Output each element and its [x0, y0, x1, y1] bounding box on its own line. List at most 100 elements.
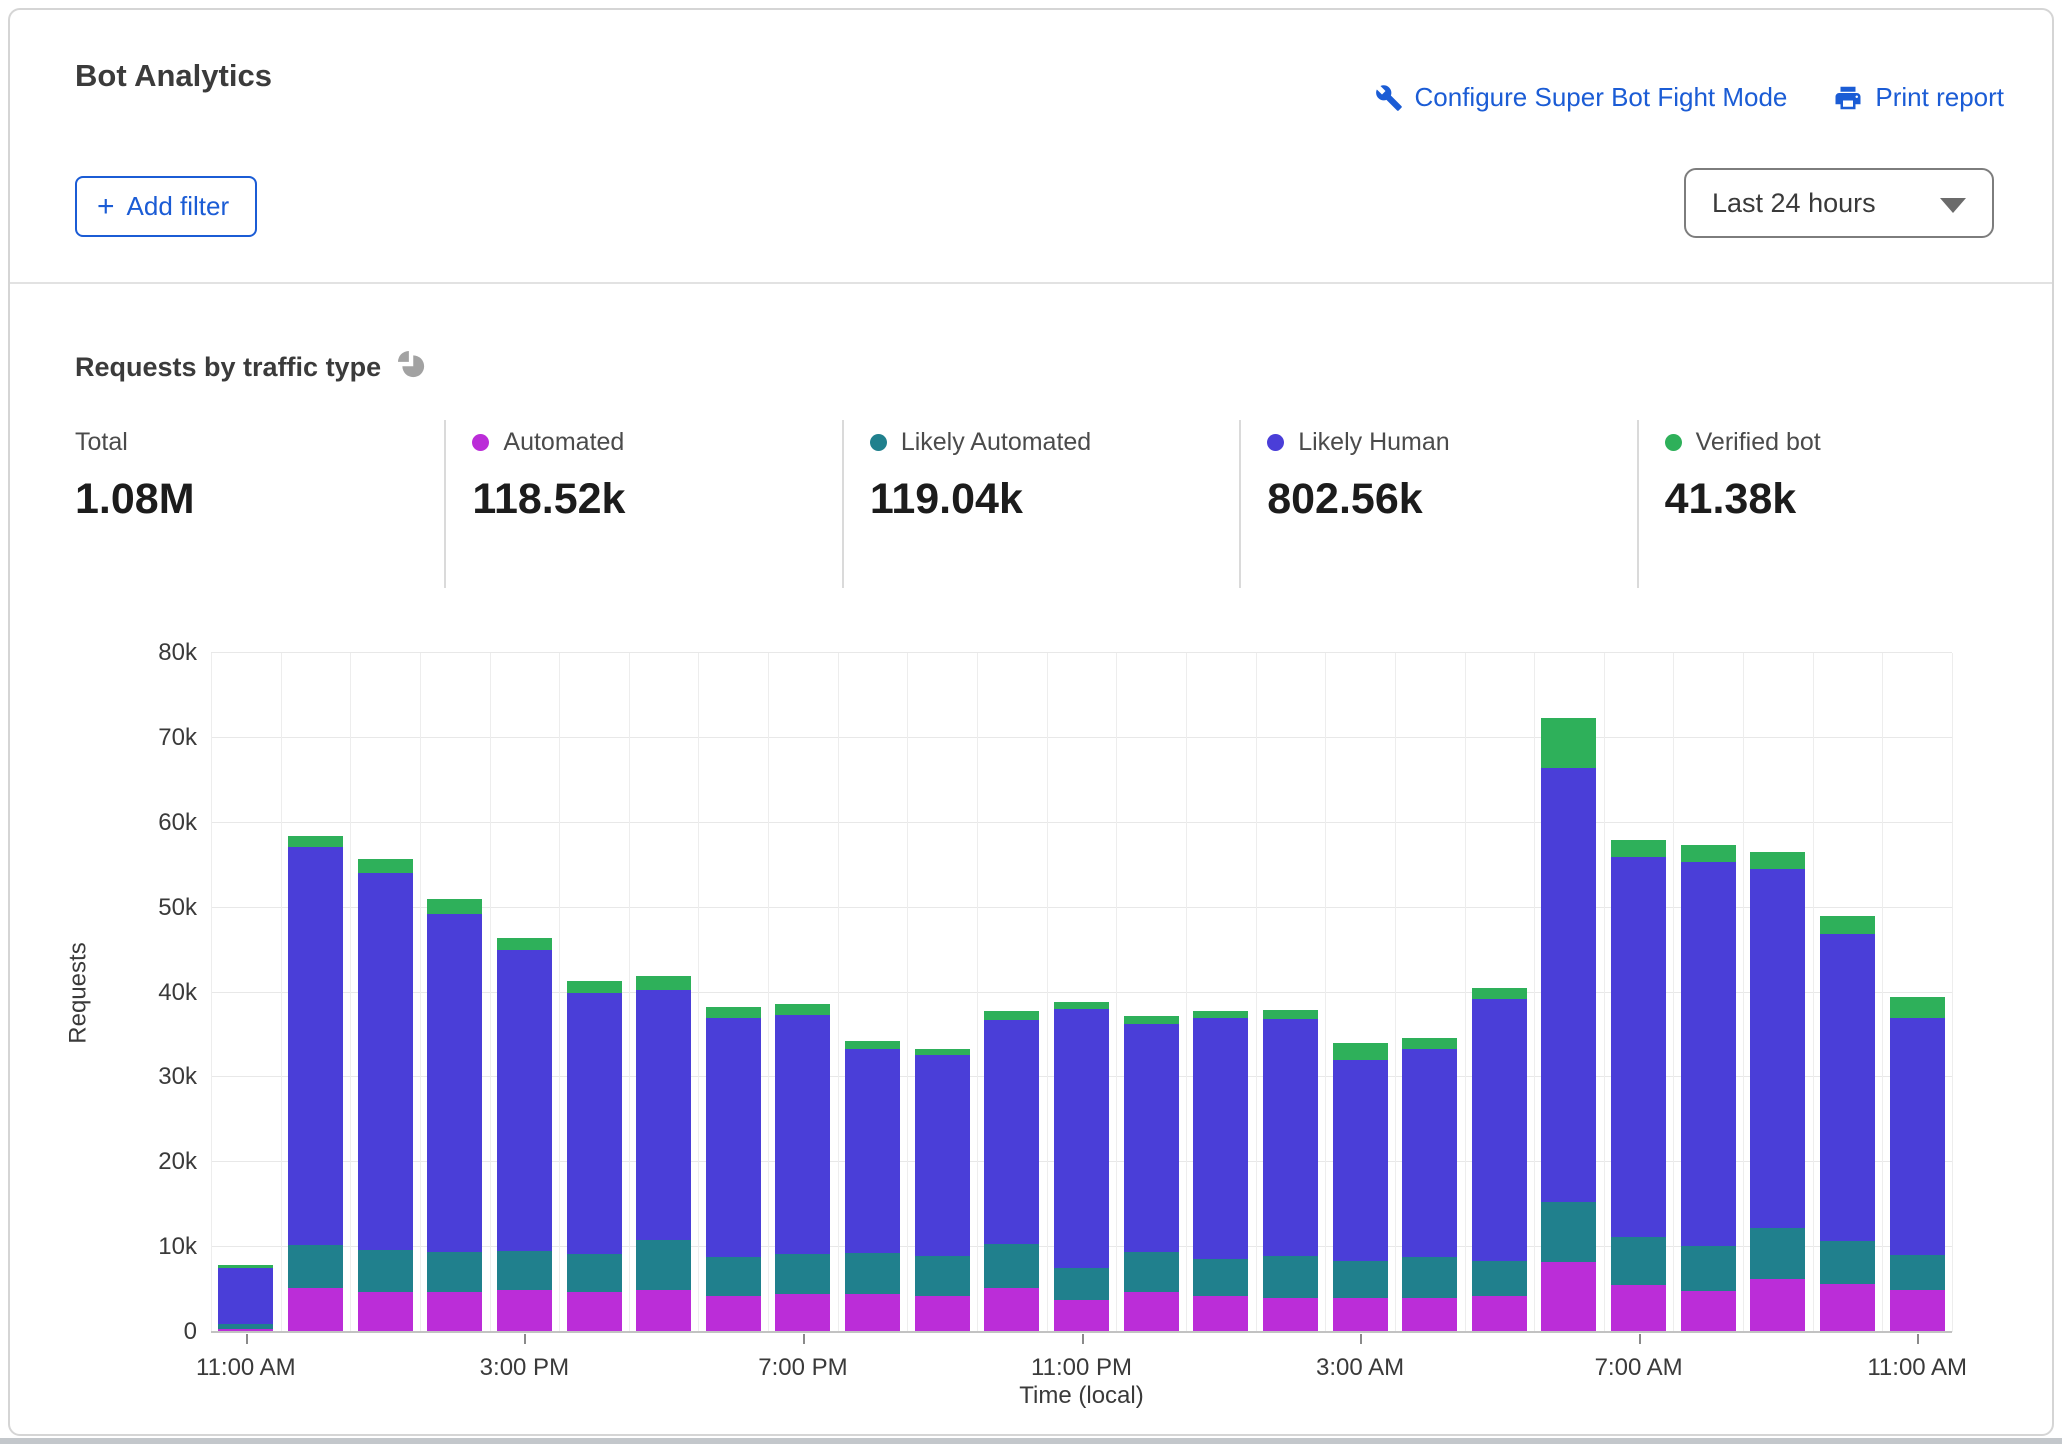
- bar-segment-likely-human[interactable]: [1681, 862, 1736, 1246]
- bar-700am[interactable]: [1611, 840, 1666, 1332]
- bar-segment-likely-automated[interactable]: [1820, 1241, 1875, 1283]
- bar-segment-likely-human[interactable]: [1263, 1019, 1318, 1256]
- bar-segment-likely-human[interactable]: [1750, 869, 1805, 1228]
- stat-likely-human[interactable]: Likely Human802.56k: [1239, 420, 1636, 588]
- bar-900am[interactable]: [1750, 852, 1805, 1332]
- bar-segment-automated[interactable]: [1750, 1279, 1805, 1332]
- bar-segment-automated[interactable]: [845, 1294, 900, 1332]
- bar-segment-verified-bot[interactable]: [706, 1007, 761, 1018]
- bar-300am[interactable]: [1333, 1043, 1388, 1332]
- bar-segment-verified-bot[interactable]: [984, 1011, 1039, 1019]
- bar-100am[interactable]: [1193, 1011, 1248, 1332]
- bar-segment-automated[interactable]: [1820, 1284, 1875, 1332]
- bar-segment-likely-automated[interactable]: [915, 1256, 970, 1296]
- bar-segment-verified-bot[interactable]: [636, 976, 691, 990]
- bar-segment-likely-human[interactable]: [845, 1049, 900, 1253]
- bar-segment-automated[interactable]: [1193, 1296, 1248, 1332]
- bar-segment-likely-human[interactable]: [1193, 1018, 1248, 1259]
- bar-segment-verified-bot[interactable]: [1750, 852, 1805, 868]
- configure-super-bot-fight-mode-link[interactable]: Configure Super Bot Fight Mode: [1375, 82, 1788, 113]
- bar-segment-likely-automated[interactable]: [1124, 1252, 1179, 1292]
- bar-segment-automated[interactable]: [1681, 1291, 1736, 1332]
- bar-200pm[interactable]: [427, 899, 482, 1332]
- bar-segment-verified-bot[interactable]: [775, 1004, 830, 1015]
- bar-segment-likely-automated[interactable]: [845, 1253, 900, 1294]
- bar-700pm[interactable]: [775, 1004, 830, 1332]
- bar-segment-likely-automated[interactable]: [567, 1254, 622, 1292]
- bar-segment-verified-bot[interactable]: [1541, 718, 1596, 768]
- bar-100pm[interactable]: [358, 859, 413, 1332]
- time-range-dropdown[interactable]: Last 24 hours: [1684, 168, 1994, 238]
- bar-segment-likely-human[interactable]: [775, 1015, 830, 1253]
- bar-segment-automated[interactable]: [288, 1288, 343, 1332]
- bar-600pm[interactable]: [706, 1007, 761, 1332]
- bar-segment-likely-human[interactable]: [1472, 999, 1527, 1260]
- bar-segment-automated[interactable]: [915, 1296, 970, 1332]
- bar-segment-likely-automated[interactable]: [1402, 1257, 1457, 1298]
- bar-segment-verified-bot[interactable]: [1054, 1002, 1109, 1009]
- bar-segment-automated[interactable]: [567, 1292, 622, 1332]
- bar-segment-verified-bot[interactable]: [1681, 845, 1736, 862]
- bar-segment-automated[interactable]: [1890, 1290, 1945, 1332]
- bar-segment-verified-bot[interactable]: [1193, 1011, 1248, 1018]
- bar-segment-automated[interactable]: [1402, 1298, 1457, 1332]
- bar-segment-likely-human[interactable]: [1820, 934, 1875, 1241]
- bar-segment-likely-automated[interactable]: [358, 1250, 413, 1292]
- bar-400am[interactable]: [1402, 1038, 1457, 1332]
- bar-segment-likely-human[interactable]: [427, 914, 482, 1253]
- bar-segment-automated[interactable]: [1611, 1285, 1666, 1332]
- bar-segment-automated[interactable]: [427, 1292, 482, 1332]
- bar-300pm[interactable]: [497, 938, 552, 1332]
- bar-400pm[interactable]: [567, 981, 622, 1332]
- add-filter-button[interactable]: + Add filter: [75, 176, 257, 237]
- bar-segment-verified-bot[interactable]: [427, 899, 482, 913]
- bar-segment-automated[interactable]: [358, 1292, 413, 1332]
- bar-segment-automated[interactable]: [1263, 1298, 1318, 1332]
- bar-500am[interactable]: [1472, 988, 1527, 1332]
- bar-1000am[interactable]: [1820, 916, 1875, 1332]
- bar-segment-likely-human[interactable]: [1541, 768, 1596, 1203]
- bar-segment-likely-automated[interactable]: [1541, 1202, 1596, 1261]
- bar-segment-automated[interactable]: [1054, 1300, 1109, 1332]
- bar-segment-verified-bot[interactable]: [1890, 997, 1945, 1018]
- stat-likely-automated[interactable]: Likely Automated119.04k: [842, 420, 1239, 588]
- bar-segment-likely-human[interactable]: [1333, 1060, 1388, 1260]
- bar-segment-verified-bot[interactable]: [358, 859, 413, 873]
- bar-segment-automated[interactable]: [984, 1288, 1039, 1332]
- bar-segment-verified-bot[interactable]: [497, 938, 552, 950]
- bar-segment-automated[interactable]: [706, 1296, 761, 1332]
- bar-segment-automated[interactable]: [1333, 1298, 1388, 1332]
- bar-segment-verified-bot[interactable]: [1263, 1010, 1318, 1019]
- print-report-link[interactable]: Print report: [1833, 82, 2004, 113]
- bar-segment-verified-bot[interactable]: [1820, 916, 1875, 934]
- bar-segment-likely-human[interactable]: [915, 1055, 970, 1256]
- bar-segment-likely-automated[interactable]: [1263, 1256, 1318, 1298]
- bar-900pm[interactable]: [915, 1049, 970, 1332]
- bar-segment-likely-automated[interactable]: [1333, 1261, 1388, 1298]
- bar-segment-likely-human[interactable]: [1890, 1018, 1945, 1255]
- bar-600am[interactable]: [1541, 718, 1596, 1332]
- bar-segment-likely-automated[interactable]: [1890, 1255, 1945, 1290]
- bar-segment-likely-automated[interactable]: [706, 1257, 761, 1295]
- stat-verified-bot[interactable]: Verified bot41.38k: [1637, 420, 2034, 588]
- bar-segment-verified-bot[interactable]: [1402, 1038, 1457, 1050]
- bar-segment-likely-automated[interactable]: [636, 1240, 691, 1290]
- bar-1100am[interactable]: [218, 1265, 273, 1332]
- bar-segment-likely-automated[interactable]: [1750, 1228, 1805, 1279]
- bar-segment-likely-automated[interactable]: [1054, 1268, 1109, 1300]
- stat-automated[interactable]: Automated118.52k: [444, 420, 841, 588]
- bar-segment-verified-bot[interactable]: [1333, 1043, 1388, 1061]
- bar-800am[interactable]: [1681, 845, 1736, 1332]
- bar-segment-verified-bot[interactable]: [1124, 1016, 1179, 1024]
- bar-segment-verified-bot[interactable]: [845, 1041, 900, 1049]
- bar-segment-verified-bot[interactable]: [1611, 840, 1666, 857]
- bar-segment-likely-human[interactable]: [358, 873, 413, 1250]
- bar-segment-likely-automated[interactable]: [288, 1245, 343, 1288]
- bar-1100am[interactable]: [1890, 997, 1945, 1332]
- bar-500pm[interactable]: [636, 976, 691, 1332]
- bar-segment-likely-automated[interactable]: [775, 1254, 830, 1294]
- bar-segment-likely-human[interactable]: [1611, 857, 1666, 1237]
- bar-segment-automated[interactable]: [1124, 1292, 1179, 1332]
- bar-segment-likely-human[interactable]: [288, 847, 343, 1245]
- bar-1100pm[interactable]: [1054, 1002, 1109, 1332]
